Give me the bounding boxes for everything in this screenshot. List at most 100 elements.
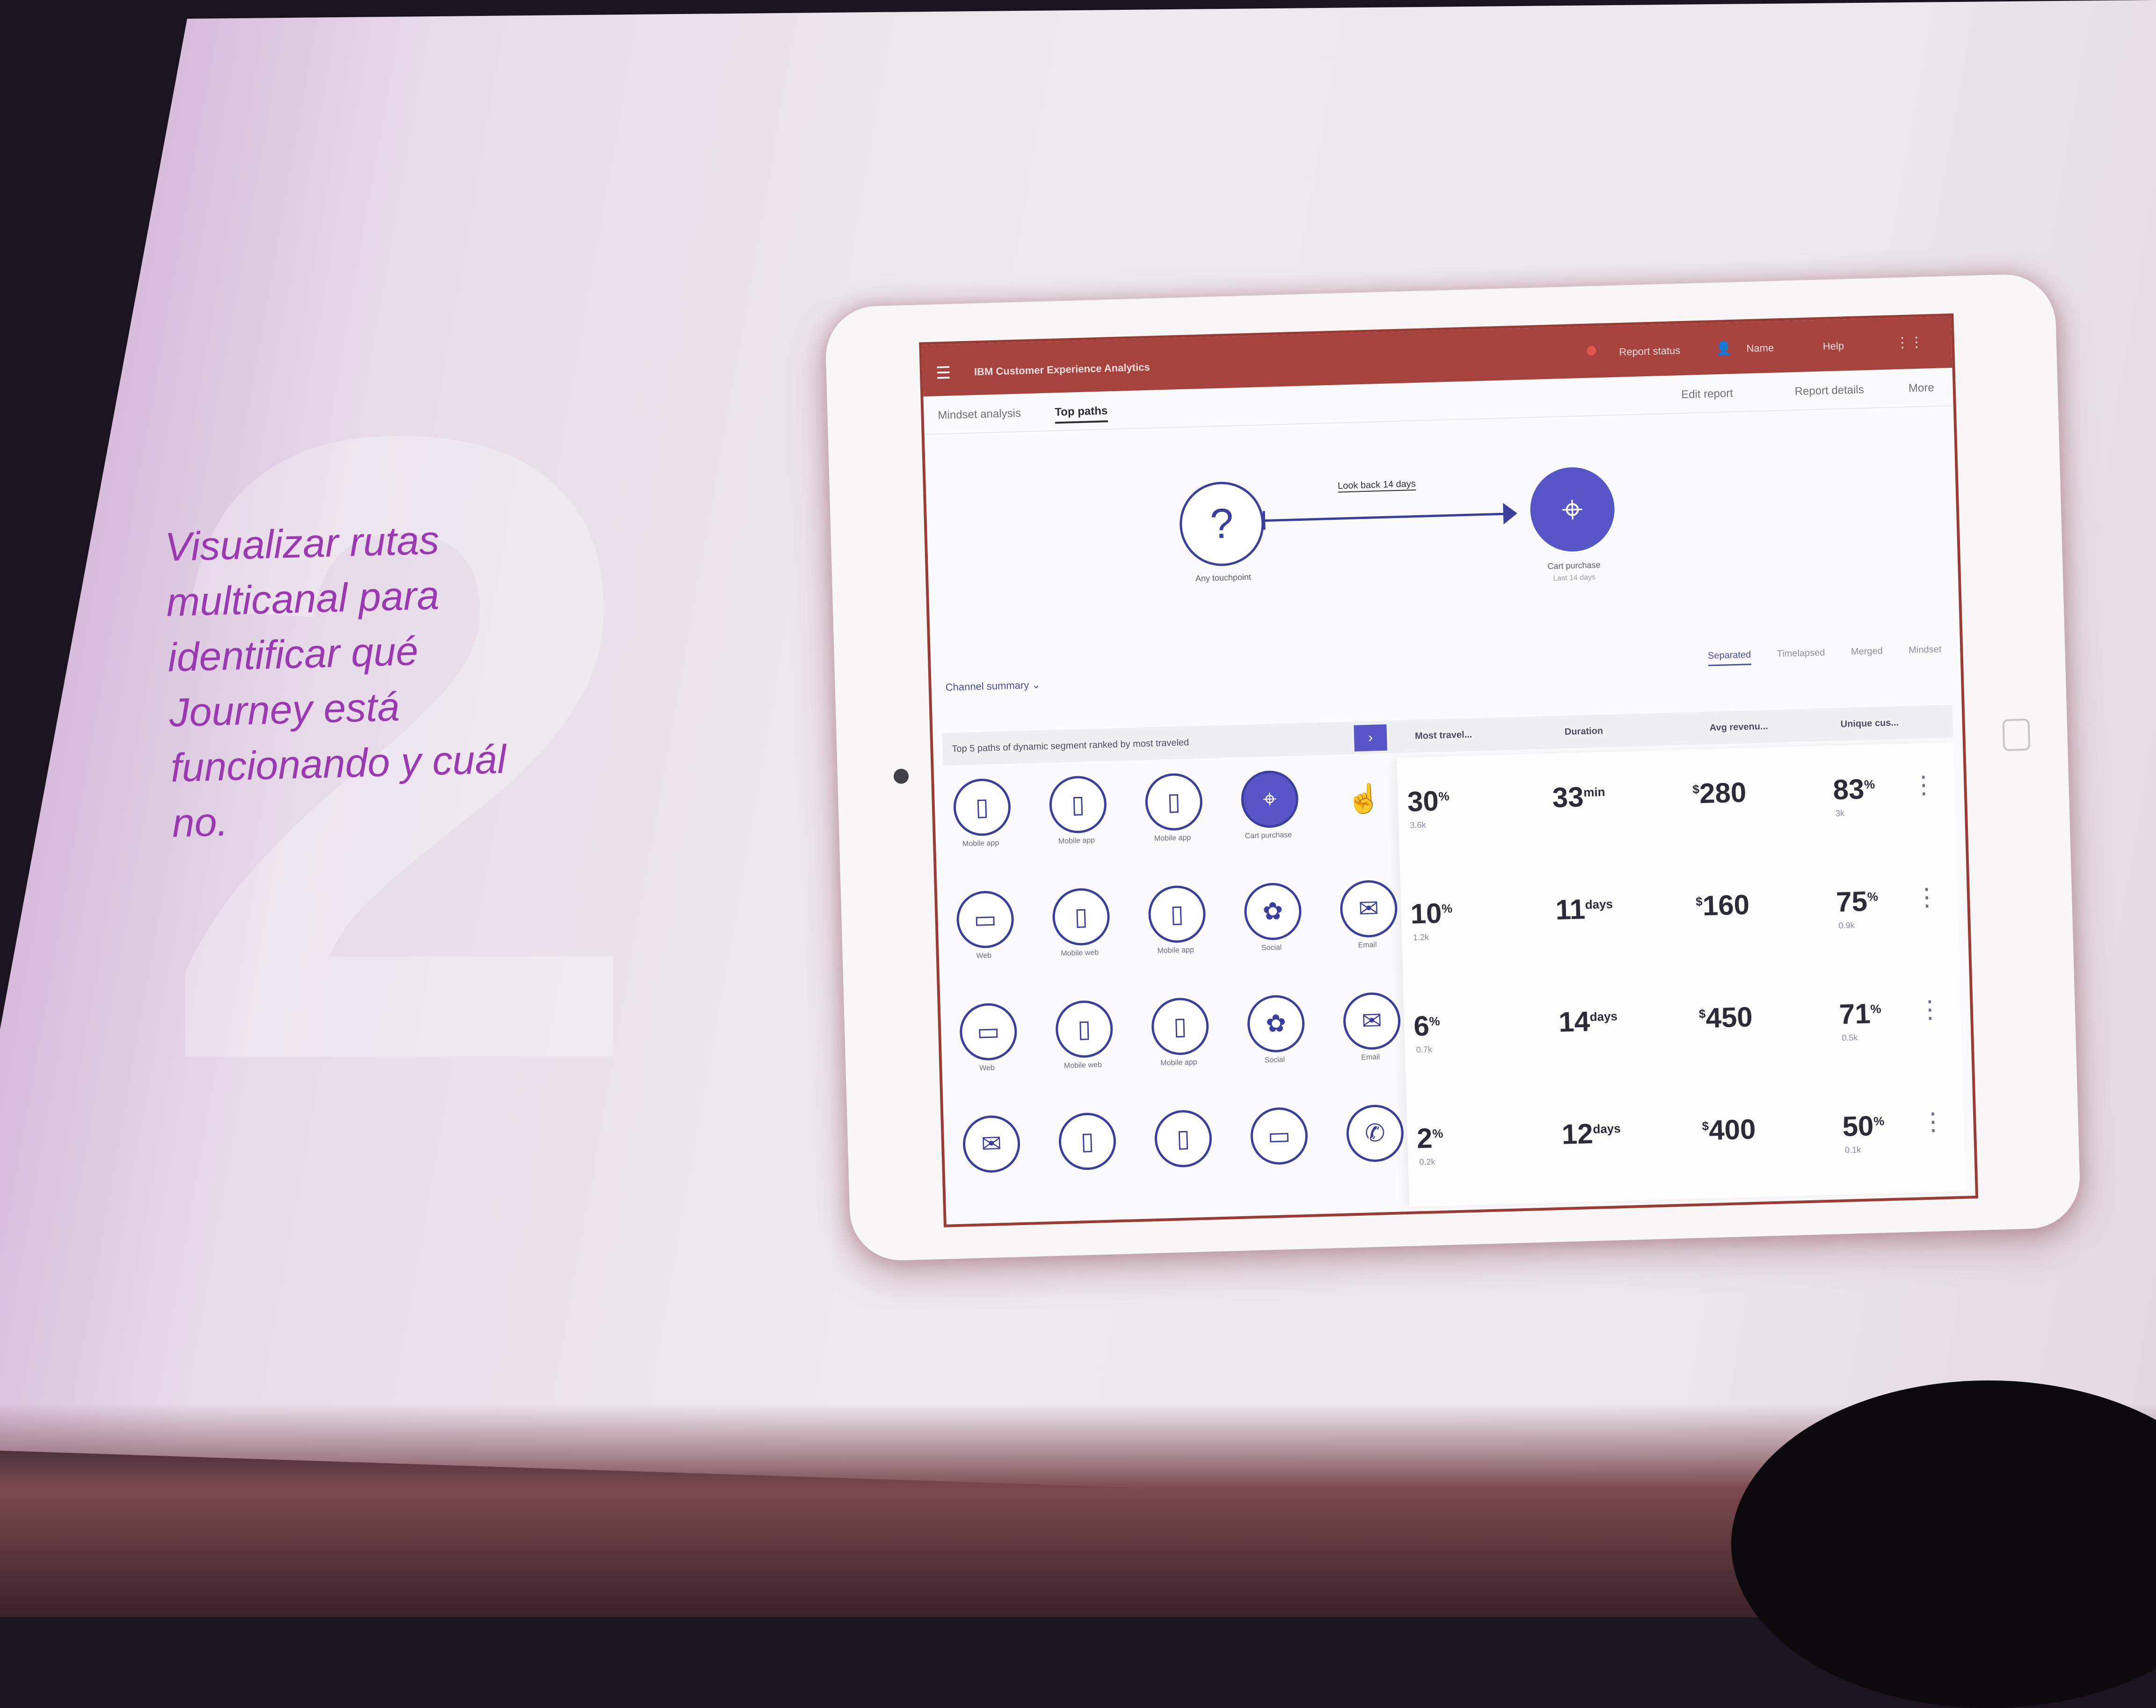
column-header[interactable]: Unique cus...: [1840, 717, 1899, 730]
unique-customers-value: 75%: [1836, 885, 1879, 918]
email-icon[interactable]: ✉: [1342, 992, 1401, 1051]
duration-value: 14days: [1558, 1006, 1618, 1038]
edit-report-button[interactable]: Edit report: [1681, 387, 1733, 401]
avg-revenue-value: $400: [1702, 1113, 1756, 1146]
any-touchpoint-node[interactable]: ?: [1178, 481, 1265, 568]
tablet-frame: ☰ IBM Customer Experience Analytics Repo…: [824, 273, 2081, 1262]
tagline-line: Journey está: [168, 684, 401, 736]
avg-revenue-value: $450: [1698, 1001, 1753, 1034]
flow-end-sublabel: Last 14 days: [1553, 573, 1596, 583]
app-screen: ☰ IBM Customer Experience Analytics Repo…: [919, 313, 1979, 1227]
unique-customers-count: 0.9k: [1838, 920, 1855, 931]
mobile-app-icon[interactable]: ▯: [1144, 772, 1203, 832]
flow-end-label: Cart purchase: [1547, 560, 1601, 571]
tab-separated[interactable]: Separated: [1707, 650, 1751, 666]
tab-timelapsed[interactable]: Timelapsed: [1777, 648, 1825, 659]
apps-grid-icon[interactable]: ⋮⋮: [1895, 334, 1924, 351]
tab-mindset[interactable]: Mindset: [1908, 644, 1942, 656]
hamburger-icon[interactable]: ☰: [935, 363, 951, 383]
most-traveled-value: 2%: [1416, 1122, 1443, 1154]
chevron-right-icon[interactable]: ›: [1354, 724, 1387, 752]
row-overflow-icon[interactable]: ⋮: [1921, 1108, 1946, 1136]
channel-summary-dropdown[interactable]: Channel summary ⌄: [945, 679, 1041, 694]
flow-line: [1264, 512, 1507, 522]
social-icon[interactable]: ✿: [1246, 994, 1305, 1053]
mobile-app-icon[interactable]: ▯: [1147, 884, 1207, 944]
metrics-row[interactable]: 30% 3.6k 33min $280 83% 3k ⋮: [1397, 742, 1956, 870]
touchpoint-label: Mobile app: [1160, 1058, 1197, 1067]
unique-customers-count: 3k: [1835, 808, 1845, 818]
web-icon[interactable]: ▭: [959, 1002, 1018, 1061]
flow-start-label: Any touchpoint: [1195, 572, 1252, 584]
tab-merged[interactable]: Merged: [1851, 646, 1883, 657]
path-row[interactable]: ▭ Web ▯ Mobile web ▯ Mobile app ✿ Social ✉ Email: [946, 871, 1398, 995]
duration-value: 12days: [1561, 1117, 1621, 1150]
user-icon: 👤: [1715, 341, 1732, 356]
path-row[interactable]: ▭ Web ▯ Mobile web ▯ Mobile app ✿ Social ✉ Email: [949, 983, 1401, 1108]
most-traveled-value: 10%: [1410, 897, 1453, 930]
avg-revenue-value: $160: [1695, 889, 1750, 922]
metrics-panel: 30% 3.6k 33min $280 83% 3k ⋮ 10% 1.2k 11days $160 7…: [1397, 742, 1966, 1207]
row-overflow-icon[interactable]: ⋮: [1914, 883, 1939, 912]
column-header[interactable]: Duration: [1565, 726, 1603, 737]
user-menu-button[interactable]: Name: [1746, 342, 1774, 355]
most-traveled-count: 3.6k: [1410, 820, 1426, 830]
touchpoint-label: Mobile app: [1154, 833, 1191, 843]
tagline-line: identificar qué: [167, 628, 419, 680]
email-icon[interactable]: ✉: [962, 1115, 1021, 1174]
mobile-transfer-icon[interactable]: ▯: [1058, 1112, 1117, 1171]
mobile-web-icon[interactable]: ▯: [1055, 1000, 1114, 1058]
column-header[interactable]: Avg revenu...: [1710, 721, 1768, 733]
most-traveled-count: 0.2k: [1419, 1157, 1435, 1167]
mobile-web-icon[interactable]: ▯: [1051, 887, 1111, 946]
breadcrumb-current[interactable]: Top paths: [1055, 404, 1108, 424]
help-button[interactable]: Help: [1823, 340, 1844, 352]
touchpoint-label: Social: [1264, 1056, 1285, 1065]
mobile-app-icon[interactable]: ▯: [953, 778, 1012, 837]
lookback-link[interactable]: Look back 14 days: [1337, 478, 1416, 493]
more-button[interactable]: More: [1908, 381, 1934, 395]
touchpoint-label: Email: [1361, 1053, 1380, 1062]
path-row[interactable]: ✉ ▯ ▯ ▭ ✆: [953, 1095, 1405, 1219]
table-description: Top 5 paths of dynamic segment ranked by…: [952, 737, 1189, 754]
column-header[interactable]: Most travel...: [1415, 730, 1472, 742]
mobile-app-icon[interactable]: ▯: [1151, 997, 1209, 1056]
unique-customers-count: 0.5k: [1842, 1033, 1858, 1043]
mobile-app-icon[interactable]: ▯: [1049, 775, 1107, 834]
mobile-app-icon[interactable]: ▯: [1154, 1109, 1213, 1168]
metrics-row[interactable]: 6% 0.7k 14days $450 71% 0.5k ⋮: [1403, 967, 1963, 1095]
touchpoint-label: [957, 1175, 1023, 1177]
metrics-row[interactable]: 10% 1.2k 11days $160 75% 0.9k ⋮: [1400, 854, 1959, 982]
row-overflow-icon[interactable]: ⋮: [1911, 771, 1937, 799]
phone-icon[interactable]: ✆: [1346, 1104, 1405, 1163]
touchpoint-label: [1149, 1170, 1215, 1172]
web-icon[interactable]: ▭: [956, 890, 1015, 949]
touchpoint-label: Cart purchase: [1245, 831, 1292, 840]
report-status-button[interactable]: Report status: [1619, 344, 1681, 358]
email-icon[interactable]: ✉: [1339, 879, 1398, 938]
touchpoint-label: Email: [1358, 941, 1377, 949]
slide-tagline: Visualizar rutas multicanal para identif…: [164, 510, 547, 851]
status-indicator-icon: [1586, 346, 1596, 356]
most-traveled-value: 6%: [1413, 1010, 1441, 1042]
social-icon[interactable]: ✿: [1243, 882, 1303, 941]
most-traveled-count: 1.2k: [1413, 932, 1429, 942]
unique-customers-value: 83%: [1832, 773, 1875, 806]
location-pin-icon[interactable]: ⌖: [1529, 466, 1616, 553]
metrics-row[interactable]: 2% 0.2k 12days $400 50% 0.1k ⋮: [1406, 1079, 1966, 1207]
report-details-button[interactable]: Report details: [1794, 383, 1864, 398]
chevron-down-icon: ⌄: [1032, 679, 1041, 691]
touchpoint-label: Web: [976, 951, 992, 960]
path-row[interactable]: ▯ Mobile app ▯ Mobile app ▯ Mobile app ⌖ Cart p…: [943, 759, 1377, 883]
location-pin-icon[interactable]: ⌖: [1240, 770, 1299, 829]
most-traveled-value: 30%: [1407, 785, 1450, 818]
home-button[interactable]: [2002, 718, 2031, 752]
web-icon[interactable]: ▭: [1250, 1106, 1309, 1166]
tagline-line: multicanal para: [166, 573, 440, 625]
view-tabs: Separated Timelapsed Merged Mindset: [1684, 644, 1942, 666]
unique-customers-count: 0.1k: [1844, 1145, 1861, 1155]
channel-summary-label: Channel summary: [945, 679, 1029, 693]
row-overflow-icon[interactable]: ⋮: [1917, 995, 1943, 1024]
breadcrumb-parent[interactable]: Mindset analysis: [938, 407, 1021, 422]
touchpoint-label: Mobile web: [1063, 1061, 1102, 1070]
